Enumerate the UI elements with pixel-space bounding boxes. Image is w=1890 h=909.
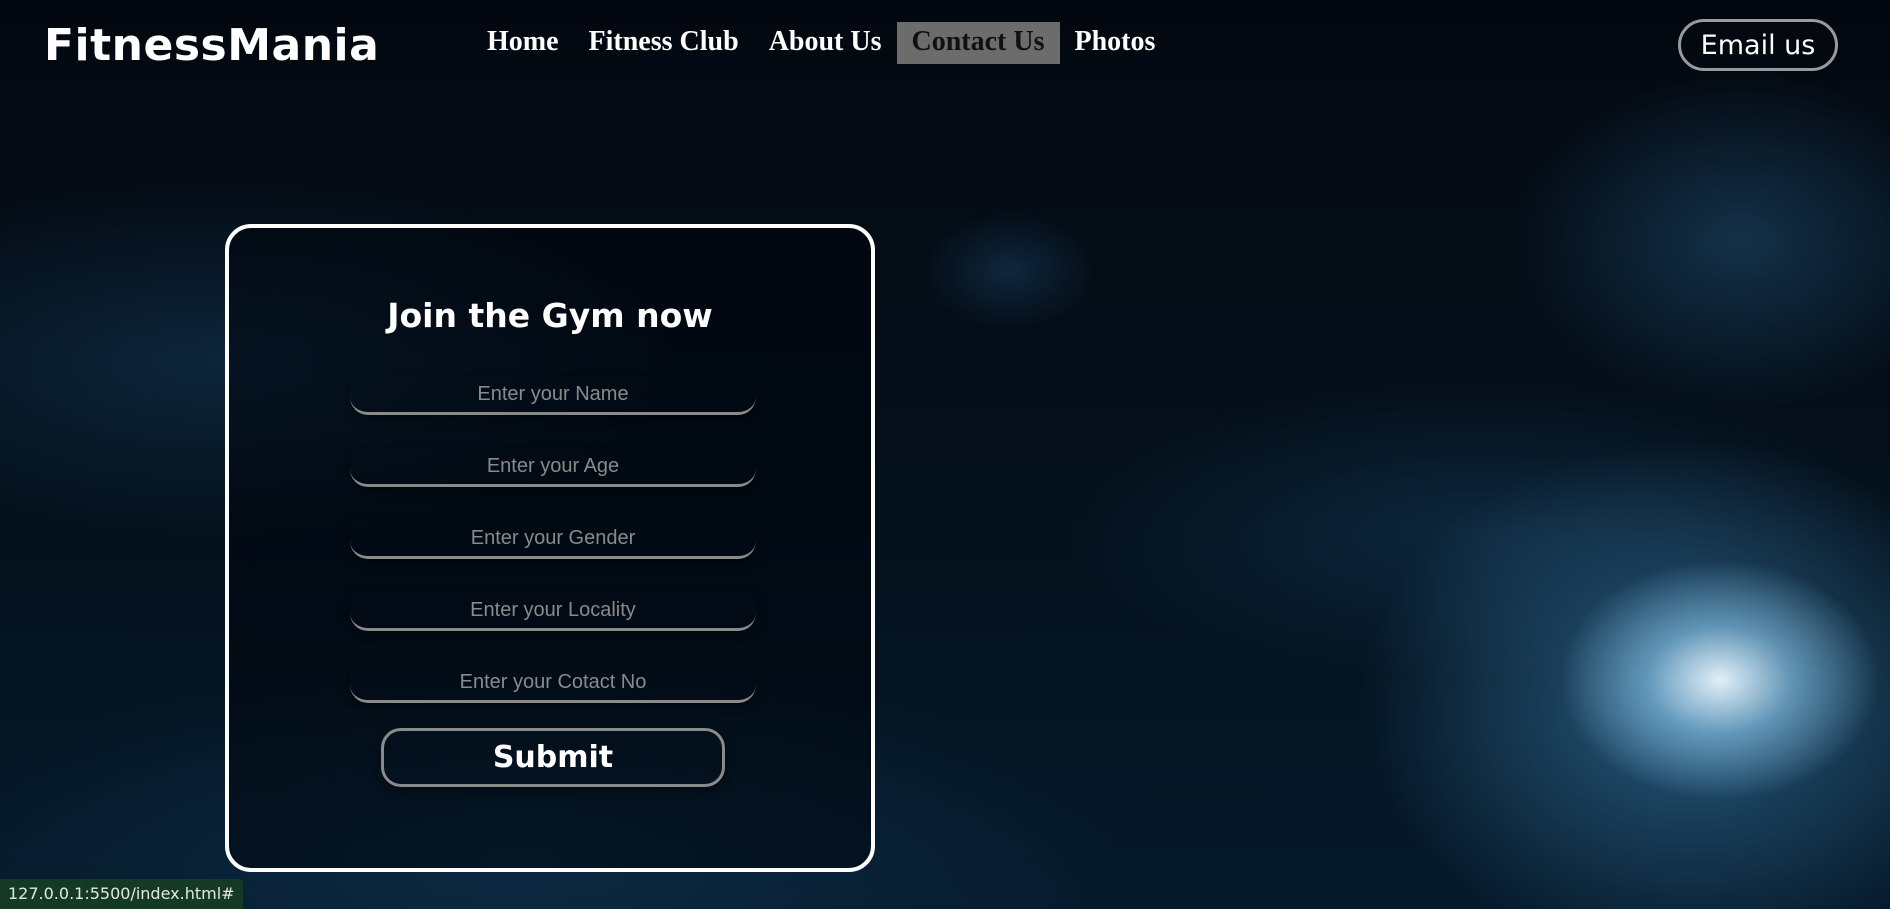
name-field[interactable] — [350, 377, 756, 415]
nav-about-us[interactable]: About Us — [754, 22, 897, 64]
nav-home[interactable]: Home — [472, 22, 574, 64]
nav-fitness-club[interactable]: Fitness Club — [574, 22, 754, 64]
locality-field[interactable] — [350, 593, 756, 631]
main-nav: Home Fitness Club About Us Contact Us Ph… — [472, 22, 1170, 64]
age-field[interactable] — [350, 449, 756, 487]
gender-field[interactable] — [350, 521, 756, 559]
status-bar-url: 127.0.0.1:5500/index.html# — [0, 879, 243, 909]
submit-button[interactable]: Submit — [381, 728, 725, 787]
site-logo[interactable]: FitnessMania — [44, 20, 379, 71]
join-gym-form: Join the Gym now Submit — [225, 224, 875, 872]
contact-number-field[interactable] — [350, 665, 756, 703]
nav-photos[interactable]: Photos — [1060, 22, 1171, 64]
nav-contact-us[interactable]: Contact Us — [896, 22, 1060, 64]
email-us-button[interactable]: Email us — [1678, 19, 1838, 71]
site-header: FitnessMania Home Fitness Club About Us … — [0, 0, 1890, 95]
form-title: Join the Gym now — [387, 296, 713, 335]
